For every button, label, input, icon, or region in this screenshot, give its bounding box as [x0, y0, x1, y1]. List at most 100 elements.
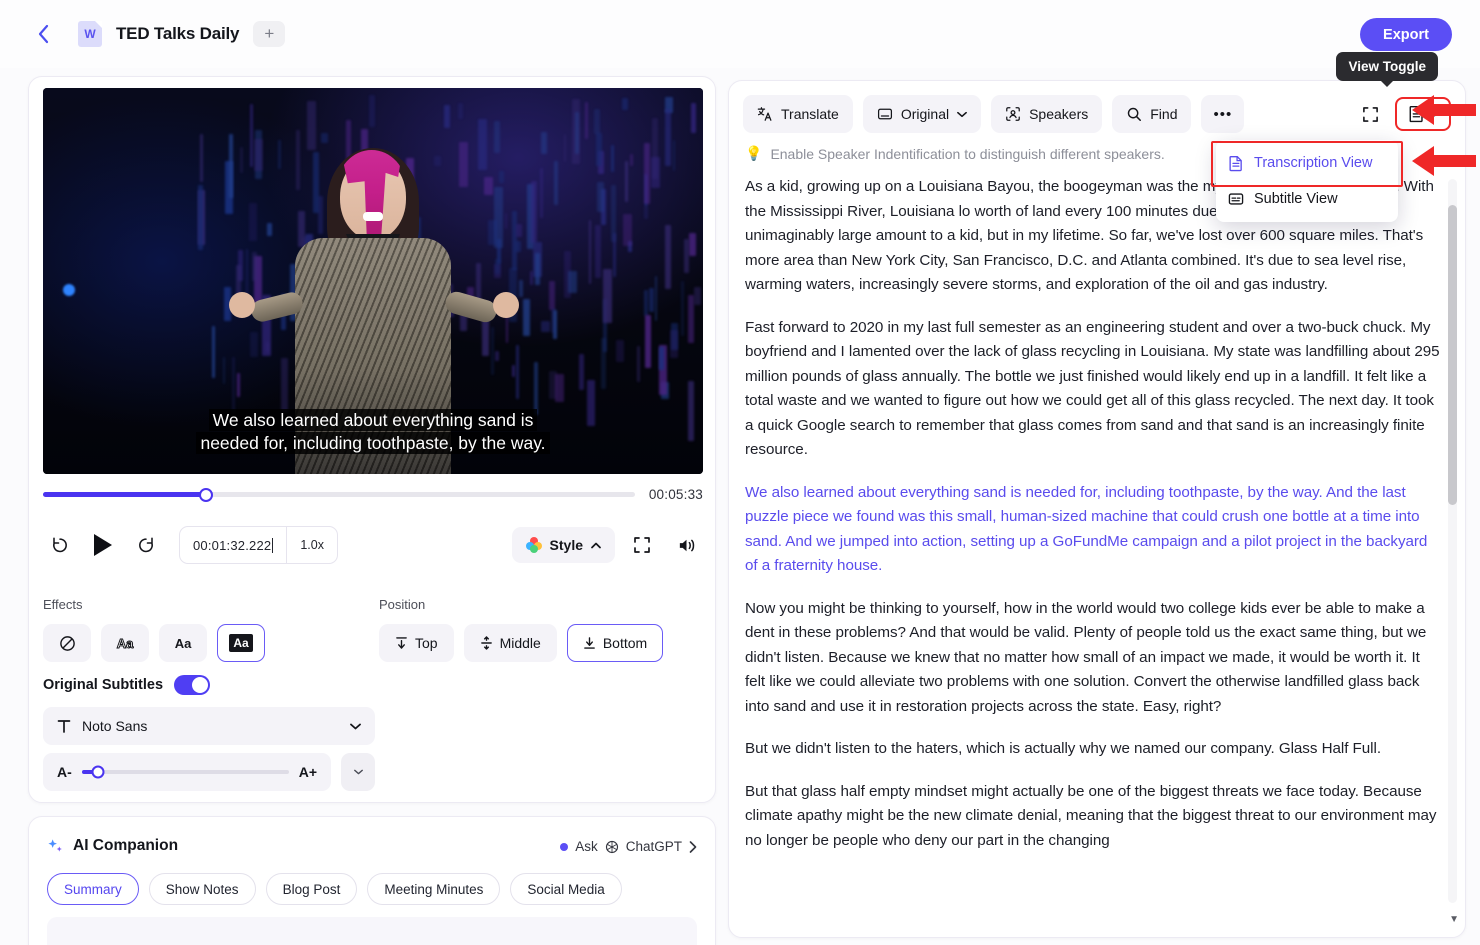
seek-bar-thumb[interactable]	[199, 487, 214, 502]
stage-light	[63, 284, 75, 296]
subtitle-color-picker[interactable]	[341, 753, 375, 791]
current-time-input[interactable]: 00:01:32.222	[180, 527, 288, 563]
chevron-right-icon	[689, 840, 697, 853]
position-option-middle[interactable]: Middle	[463, 624, 557, 662]
more-options-button[interactable]: •••	[1201, 95, 1245, 133]
time-and-speed-box: 00:01:32.222 1.0x	[179, 526, 338, 564]
left-arrow-icon	[1412, 146, 1476, 176]
left-arrow-icon	[1412, 95, 1476, 125]
position-options: Top Middle Bottom	[379, 624, 664, 662]
transcript-paragraph[interactable]: We also learned about everything sand is…	[745, 481, 1443, 579]
effect-option-outline[interactable]: Aa	[101, 624, 149, 662]
total-duration: 00:05:33	[648, 487, 703, 502]
video-speaker-figure	[229, 146, 519, 474]
chevron-down-icon	[350, 723, 361, 729]
effect-option-plain[interactable]: Aa	[159, 624, 207, 662]
subtitle-icon	[1228, 193, 1244, 205]
position-bottom-label: Bottom	[602, 635, 648, 651]
hint-text: Enable Speaker Indentification to distin…	[770, 145, 1165, 162]
ask-chatgpt-button[interactable]: Ask ChatGPT	[560, 839, 697, 854]
ai-companion-card: AI Companion Ask ChatGPT Summary Show Not…	[28, 816, 716, 945]
transcription-view-label: Transcription View	[1254, 155, 1373, 171]
video-preview[interactable]: We also learned about everything sand is…	[43, 88, 703, 474]
menu-item-subtitle-view[interactable]: Subtitle View	[1216, 181, 1398, 217]
page-title: TED Talks Daily	[116, 24, 240, 43]
subtitle-view-label: Subtitle View	[1254, 191, 1338, 207]
font-size-control: A- A+	[43, 753, 331, 791]
original-label: Original	[900, 106, 950, 122]
position-middle-label: Middle	[499, 635, 541, 651]
find-button[interactable]: Find	[1112, 95, 1192, 133]
ask-label: Ask	[575, 839, 598, 854]
scroll-down-arrow-icon[interactable]: ▼	[1449, 914, 1459, 925]
left-panel: We also learned about everything sand is…	[14, 68, 716, 945]
volume-icon	[679, 539, 694, 551]
font-increase-label[interactable]: A+	[299, 764, 317, 780]
ai-tab-summary[interactable]: Summary	[47, 873, 139, 905]
more-icon: •••	[1213, 105, 1233, 123]
font-size-slider[interactable]	[81, 765, 289, 779]
transcript-paragraph[interactable]: Fast forward to 2020 in my last full sem…	[745, 316, 1443, 463]
export-button[interactable]: Export	[1360, 18, 1452, 51]
document-icon	[1229, 155, 1242, 171]
position-option-bottom[interactable]: Bottom	[566, 624, 664, 662]
ai-tab-social-media[interactable]: Social Media	[510, 873, 622, 905]
transcript-scrollbar[interactable]	[1448, 179, 1457, 903]
playback-speed-select[interactable]: 1.0x	[287, 527, 337, 563]
translate-button[interactable]: Translate	[743, 95, 853, 133]
ai-tab-show-notes[interactable]: Show Notes	[148, 873, 256, 905]
add-tab-button[interactable]: +	[253, 21, 286, 47]
app-root: W TED Talks Daily + Export View Toggle W…	[0, 0, 1480, 945]
ai-tab-meeting-minutes[interactable]: Meeting Minutes	[367, 873, 501, 905]
chatgpt-icon	[605, 840, 618, 853]
ai-tab-blog-post[interactable]: Blog Post	[265, 873, 358, 905]
text-format-icon	[57, 719, 71, 733]
original-subtitles-toggle[interactable]	[174, 675, 211, 695]
font-decrease-label[interactable]: A-	[57, 764, 72, 780]
effect-option-none[interactable]	[43, 624, 91, 662]
doc-icon-letter: W	[84, 27, 96, 41]
speakers-button[interactable]: Speakers	[991, 95, 1103, 133]
rewind-10-icon	[53, 537, 67, 553]
subtitle-box-icon	[877, 108, 892, 120]
speaker-identification-hint: 💡 Enable Speaker Indentification to dist…	[745, 145, 1165, 162]
expand-transcript-button[interactable]	[1353, 97, 1387, 131]
transcript-scrollbar-thumb[interactable]	[1448, 205, 1457, 505]
original-subtitles-row: Original Subtitles	[43, 675, 211, 695]
model-label: ChatGPT	[625, 839, 682, 854]
effects-section: Effects Aa Aa Aa	[43, 597, 265, 662]
seek-bar-fill	[43, 492, 207, 497]
fullscreen-button[interactable]	[625, 528, 659, 562]
chevron-up-icon	[591, 542, 601, 548]
transcript-paragraph[interactable]: But we didn't listen to the haters, whic…	[745, 737, 1443, 762]
play-button[interactable]	[83, 525, 123, 565]
forward-button[interactable]	[129, 528, 163, 562]
speakers-icon	[1006, 107, 1020, 121]
status-dot	[560, 842, 569, 851]
font-size-slider-thumb[interactable]	[91, 765, 105, 779]
seek-bar[interactable]	[43, 487, 635, 502]
style-flower-icon	[525, 537, 542, 553]
view-toggle-tooltip: View Toggle	[1336, 52, 1438, 87]
speakers-label: Speakers	[1029, 106, 1089, 122]
style-label: Style	[549, 537, 583, 553]
transcript-paragraph[interactable]: Now you might be thinking to yourself, h…	[745, 597, 1443, 720]
font-size-row: A- A+	[43, 753, 375, 791]
expand-icon	[1362, 106, 1378, 122]
effect-option-boxed[interactable]: Aa	[217, 624, 265, 662]
transcript-paragraph[interactable]: But that glass half empty mindset might …	[745, 780, 1443, 854]
menu-item-transcription-view[interactable]: Transcription View	[1216, 145, 1398, 181]
font-family-select[interactable]: Noto Sans	[43, 707, 375, 745]
rewind-button[interactable]	[43, 528, 77, 562]
annotation-arrow-menu	[1412, 143, 1476, 184]
position-section: Position Top Middle Bottom	[379, 597, 664, 662]
find-label: Find	[1150, 106, 1178, 122]
transcript-content[interactable]: As a kid, growing up on a Louisiana Bayo…	[745, 175, 1443, 921]
volume-button[interactable]	[669, 528, 703, 562]
text-caret	[272, 537, 274, 553]
original-language-select[interactable]: Original	[862, 95, 982, 133]
position-option-top[interactable]: Top	[379, 624, 454, 662]
back-button[interactable]	[30, 21, 56, 47]
style-button[interactable]: Style	[511, 527, 615, 563]
search-icon	[1128, 107, 1142, 121]
